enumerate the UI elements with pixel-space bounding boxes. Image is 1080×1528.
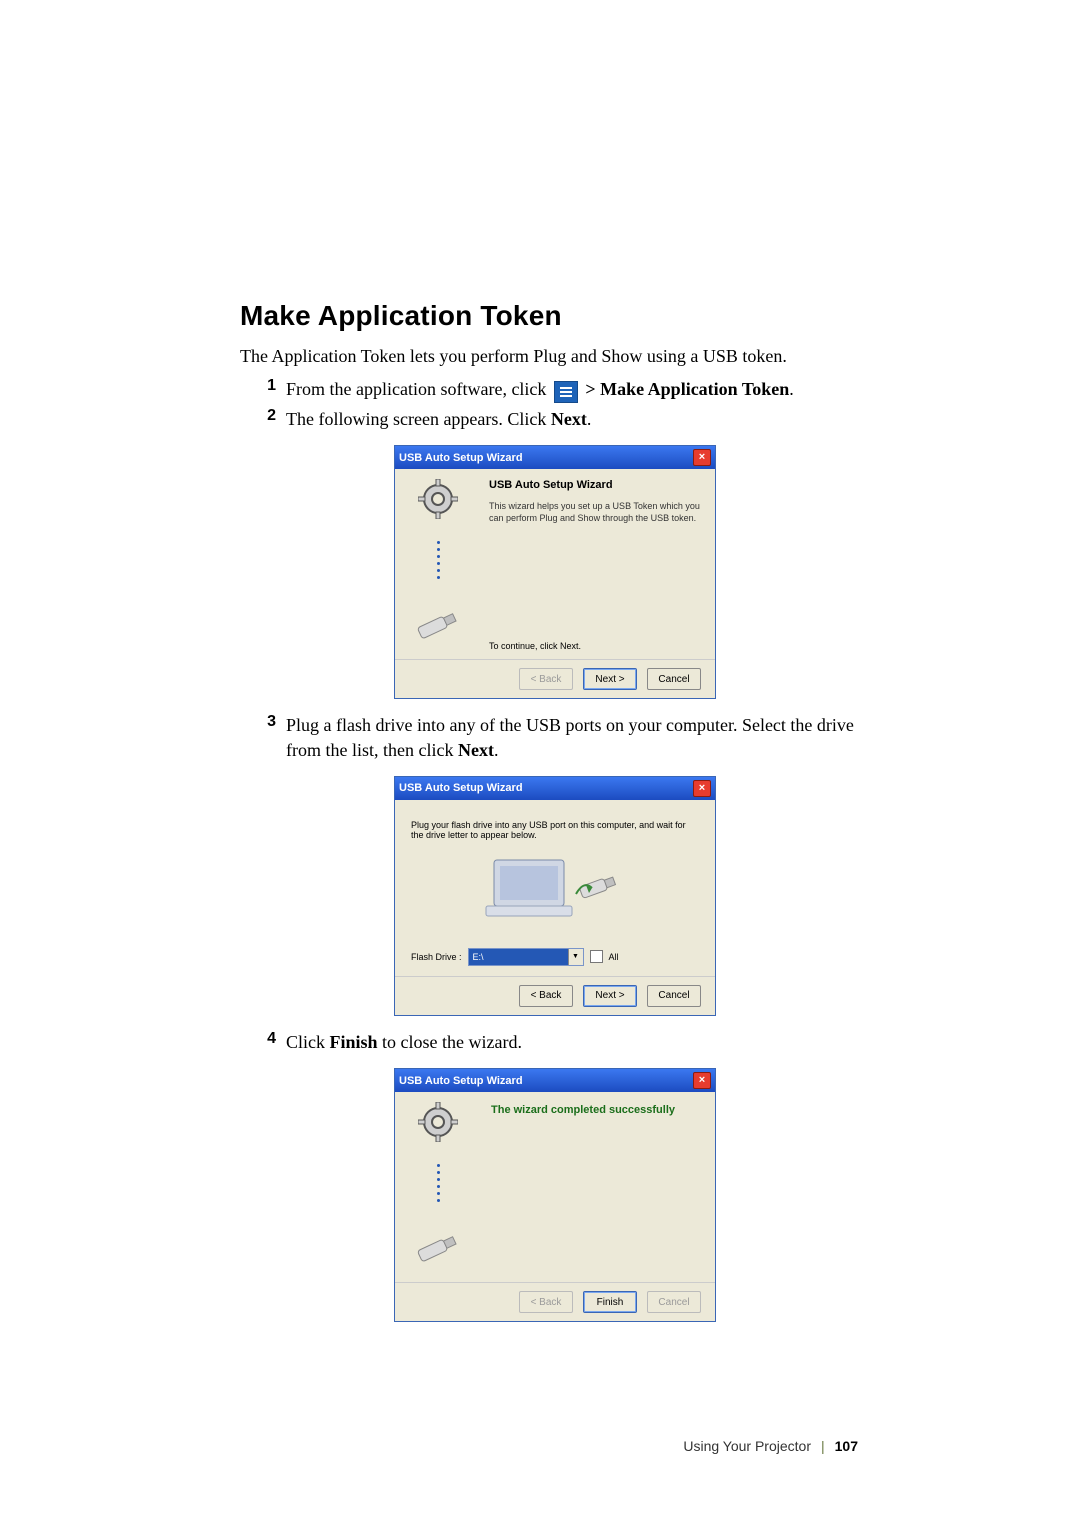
step-text: From the application software, click > M… <box>286 377 794 403</box>
text-bold: > Make Application Token <box>585 379 789 399</box>
dialog-title: USB Auto Setup Wizard <box>399 1075 693 1087</box>
step-item: 1 From the application software, click >… <box>240 377 870 403</box>
all-checkbox[interactable] <box>590 950 603 963</box>
wizard-instruction: Plug your flash drive into any USB port … <box>411 820 699 840</box>
dialog-body: USB Auto Setup Wizard This wizard helps … <box>395 469 715 659</box>
dialog-button-row: < Back Next > Cancel <box>395 659 715 698</box>
text-fragment: Plug a flash drive into any of the USB p… <box>286 715 854 759</box>
text-fragment: to close the wizard. <box>378 1032 522 1052</box>
all-label: All <box>609 952 619 962</box>
text-fragment: . <box>587 409 592 429</box>
gear-icon <box>418 1102 458 1142</box>
step-number: 2 <box>240 407 286 425</box>
flash-drive-label: Flash Drive : <box>411 952 462 962</box>
usb-drive-icon <box>410 1224 466 1272</box>
dialog-titlebar: USB Auto Setup Wizard × <box>395 446 715 469</box>
back-button: < Back <box>519 668 573 690</box>
close-icon[interactable]: × <box>693 449 711 466</box>
close-icon[interactable]: × <box>693 780 711 797</box>
step-item: 4 Click Finish to close the wizard. <box>240 1030 870 1054</box>
dialog-title: USB Auto Setup Wizard <box>399 782 693 794</box>
footer-page-number: 107 <box>835 1438 858 1454</box>
step-list: 4 Click Finish to close the wizard. <box>240 1030 870 1054</box>
dialog-button-row: < Back Next > Cancel <box>395 976 715 1015</box>
connection-dots-icon <box>437 525 440 595</box>
wizard-dialog-2: USB Auto Setup Wizard × Plug your flash … <box>394 776 716 1016</box>
text-bold: Next <box>458 740 494 760</box>
step-number: 4 <box>240 1030 286 1048</box>
menu-icon <box>554 381 578 403</box>
step-list: 3 Plug a flash drive into any of the USB… <box>240 713 870 762</box>
dialog-body: Plug your flash drive into any USB port … <box>395 800 715 976</box>
footer-section: Using Your Projector <box>683 1438 811 1454</box>
dialog-title: USB Auto Setup Wizard <box>399 452 693 464</box>
wizard-completed-text: The wizard completed successfully <box>491 1104 705 1116</box>
text-fragment: . <box>789 379 794 399</box>
step-list: 1 From the application software, click >… <box>240 377 870 431</box>
dialog-titlebar: USB Auto Setup Wizard × <box>395 777 715 800</box>
dialog-titlebar: USB Auto Setup Wizard × <box>395 1069 715 1092</box>
finish-button[interactable]: Finish <box>583 1291 637 1313</box>
dialog-body: The wizard completed successfully <box>395 1092 715 1282</box>
text-fragment: From the application software, click <box>286 379 551 399</box>
step-item: 2 The following screen appears. Click Ne… <box>240 407 870 431</box>
step-text: Click Finish to close the wizard. <box>286 1030 522 1054</box>
dialog-left-graphic <box>395 469 481 659</box>
section-heading: Make Application Token <box>240 300 870 332</box>
dialog-right-content: The wizard completed successfully <box>481 1092 715 1282</box>
flash-drive-select[interactable]: E:\ <box>468 948 584 966</box>
intro-text: The Application Token lets you perform P… <box>240 346 870 367</box>
text-bold: Next <box>551 409 587 429</box>
cancel-button: Cancel <box>647 1291 701 1313</box>
wizard-dialog-3: USB Auto Setup Wizard × The wizard compl… <box>394 1068 716 1322</box>
gear-icon <box>418 479 458 519</box>
step-item: 3 Plug a flash drive into any of the USB… <box>240 713 870 762</box>
connection-dots-icon <box>437 1148 440 1218</box>
close-icon[interactable]: × <box>693 1072 711 1089</box>
dialog-left-graphic <box>395 1092 481 1282</box>
step-text: The following screen appears. Click Next… <box>286 407 591 431</box>
wizard-description: This wizard helps you set up a USB Token… <box>489 501 701 524</box>
step-number: 3 <box>240 713 286 731</box>
wizard-continue-text: To continue, click Next. <box>489 641 581 651</box>
flash-drive-row: Flash Drive : E:\ All <box>411 948 699 966</box>
document-page: Make Application Token The Application T… <box>0 0 1080 1528</box>
step-number: 1 <box>240 377 286 395</box>
step-text: Plug a flash drive into any of the USB p… <box>286 713 870 762</box>
text-fragment: . <box>494 740 499 760</box>
back-button[interactable]: < Back <box>519 985 573 1007</box>
next-button[interactable]: Next > <box>583 668 637 690</box>
wizard-dialog-1: USB Auto Setup Wizard × USB Auto Setup W… <box>394 445 716 699</box>
dialog-button-row: < Back Finish Cancel <box>395 1282 715 1321</box>
cancel-button[interactable]: Cancel <box>647 985 701 1007</box>
back-button: < Back <box>519 1291 573 1313</box>
wizard-heading: USB Auto Setup Wizard <box>489 479 701 491</box>
footer-separator: | <box>821 1438 825 1454</box>
dialog-right-content: USB Auto Setup Wizard This wizard helps … <box>481 469 715 659</box>
next-button[interactable]: Next > <box>583 985 637 1007</box>
cancel-button[interactable]: Cancel <box>647 668 701 690</box>
text-fragment: The following screen appears. Click <box>286 409 551 429</box>
laptop-usb-graphic <box>480 850 630 938</box>
usb-drive-icon <box>410 601 466 649</box>
text-fragment: Click <box>286 1032 330 1052</box>
text-bold: Finish <box>330 1032 378 1052</box>
page-footer: Using Your Projector | 107 <box>0 1438 1080 1454</box>
